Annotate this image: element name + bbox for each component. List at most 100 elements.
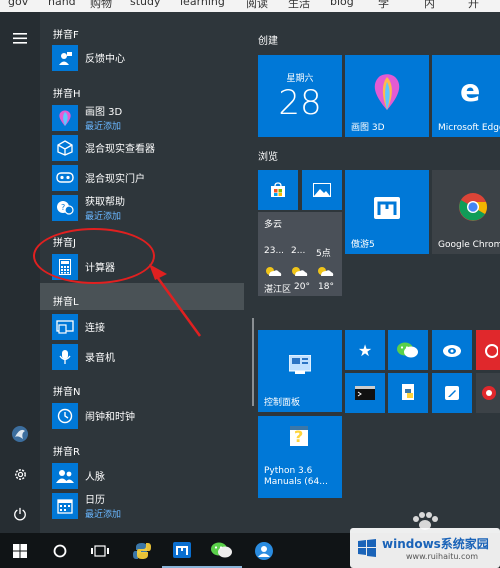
python-app-tile[interactable]	[388, 373, 428, 413]
power-button[interactable]	[0, 498, 40, 530]
pinned-app-tile[interactable]: ★	[345, 330, 385, 370]
wechat-icon	[397, 342, 418, 358]
calendar-tile[interactable]: 星期六 28	[258, 55, 342, 137]
aoyou-browser-icon	[374, 197, 400, 219]
group-header-r[interactable]: 拼音R	[53, 443, 80, 458]
app-item-alarms-clock[interactable]: 闹钟和时钟	[52, 401, 242, 430]
app-tile-partial[interactable]	[476, 373, 500, 413]
bookmark-item[interactable]: 阅读	[246, 0, 268, 11]
start-rail	[0, 12, 40, 533]
python-manuals-tile[interactable]: ? Python 3.6 Manuals (64...	[258, 416, 342, 498]
photos-tile[interactable]	[302, 170, 342, 210]
group-header-f[interactable]: 拼音F	[53, 26, 79, 41]
start-button[interactable]	[0, 533, 40, 568]
weather-day: 23...	[264, 246, 285, 256]
bookmark-item[interactable]: 内	[424, 0, 435, 11]
bookmarks-bar: gov hand 购物 study learning 阅读 生活 blog 学 …	[0, 0, 500, 12]
task-view-button[interactable]	[80, 533, 120, 568]
voice-recorder-icon	[52, 343, 78, 370]
bookmark-item[interactable]: learning	[180, 0, 225, 8]
weather-condition: 多云	[264, 220, 283, 230]
weibo-tile[interactable]	[432, 330, 472, 370]
app-item-calendar[interactable]: 日历 最近添加	[52, 491, 242, 520]
tile-label: 画图 3D	[351, 123, 385, 133]
bookmark-item[interactable]: blog	[330, 0, 354, 8]
watermark-brand: windows系统家园	[382, 537, 489, 551]
store-tile[interactable]	[258, 170, 298, 210]
netease-music-tile[interactable]	[476, 330, 500, 370]
group-header-l[interactable]: 拼音L	[53, 293, 79, 308]
music-icon	[485, 344, 498, 358]
aoyou-tile[interactable]: 傲游5	[345, 170, 429, 254]
site-watermark: windows系统家园 www.ruihaitu.com	[350, 528, 500, 568]
app-name: 人脉	[85, 472, 105, 483]
recently-added-label: 最近添加	[85, 212, 122, 222]
bookmark-item[interactable]: hand	[48, 0, 76, 8]
bookmark-item[interactable]: study	[130, 0, 161, 8]
task-view-icon	[91, 544, 109, 557]
partly-cloudy-icon	[264, 262, 282, 281]
weather-day: 5点	[316, 249, 331, 259]
windows-logo-icon	[13, 543, 27, 558]
taskbar-wechat-app[interactable]	[202, 533, 242, 568]
group-header-n[interactable]: 拼音N	[53, 383, 80, 398]
bookmark-item[interactable]: 购物	[90, 0, 112, 11]
app-item-voice-recorder[interactable]: 录音机	[52, 342, 242, 371]
app-logo-icon	[482, 386, 496, 400]
tile-label: Python 3.6 Manuals (64...	[264, 466, 328, 487]
app-item-mixed-reality-portal[interactable]: 混合现实门户	[52, 163, 242, 192]
app-name: 获取帮助	[85, 197, 125, 208]
cmd-tile[interactable]	[345, 373, 385, 413]
gear-icon	[14, 468, 26, 480]
weather-tile[interactable]: 多云 23... 2... 5点 湛江区 20° 18°	[258, 212, 342, 296]
taskbar-aoyou-app[interactable]	[162, 533, 202, 568]
section-create-label[interactable]: 创建	[258, 32, 278, 47]
app-name: 反馈中心	[85, 54, 125, 65]
app-item-people[interactable]: 人脉	[52, 461, 242, 490]
section-browse-label[interactable]: 浏览	[258, 148, 278, 163]
calendar-icon	[52, 492, 78, 519]
bookmark-item[interactable]: 生活	[288, 0, 310, 11]
svg-text:?: ?	[61, 203, 65, 212]
weather-temp: 18°	[318, 282, 334, 292]
edge-tile[interactable]: e Microsoft Edge	[432, 55, 500, 137]
paint-3d-tile[interactable]: 画图 3D	[345, 55, 429, 137]
bookmark-item[interactable]: 开	[468, 0, 479, 11]
edge-icon: e	[460, 73, 481, 109]
tile-label: 傲游5	[351, 240, 375, 250]
taskbar-people-app[interactable]	[244, 533, 284, 568]
settings-button[interactable]	[0, 458, 40, 490]
user-avatar-icon	[12, 426, 28, 442]
user-account-button[interactable]	[0, 418, 40, 450]
people-icon	[255, 541, 273, 560]
control-panel-tile[interactable]: 控制面板	[258, 330, 342, 412]
store-icon	[271, 182, 285, 197]
highlight-ellipse	[33, 228, 155, 284]
weather-location: 湛江区	[264, 285, 292, 295]
app-item-mixed-reality-viewer[interactable]: 混合现实查看器	[52, 133, 242, 162]
paint-3d-icon	[52, 104, 78, 131]
bookmark-item[interactable]: 学	[378, 0, 389, 11]
app-name: 录音机	[85, 353, 115, 364]
group-header-h[interactable]: 拼音H	[53, 85, 81, 100]
app-name: 画图 3D	[85, 107, 123, 118]
app-item-get-help[interactable]: ? 获取帮助最近添加	[52, 193, 242, 222]
hamburger-menu-button[interactable]	[0, 22, 40, 54]
cortana-search-button[interactable]	[40, 533, 80, 568]
sticky-notes-tile[interactable]	[432, 373, 472, 413]
photos-icon	[313, 183, 331, 197]
app-list-scrollbar[interactable]	[252, 318, 254, 406]
app-item-paint-3d[interactable]: 画图 3D 最近添加	[52, 103, 242, 132]
partly-cloudy-icon	[290, 262, 308, 281]
paint-3d-icon	[374, 74, 400, 110]
wechat-tile[interactable]	[388, 330, 428, 370]
star-icon: ★	[357, 340, 373, 360]
people-icon	[52, 462, 78, 489]
chrome-icon	[459, 193, 487, 221]
bookmark-item[interactable]: gov	[8, 0, 28, 8]
partly-cloudy-icon	[316, 262, 334, 281]
app-item-feedback-hub[interactable]: 反馈中心	[52, 43, 242, 72]
chrome-tile[interactable]: Google Chrome	[432, 170, 500, 254]
taskbar-python-app[interactable]	[122, 533, 162, 568]
connect-icon	[52, 313, 78, 340]
